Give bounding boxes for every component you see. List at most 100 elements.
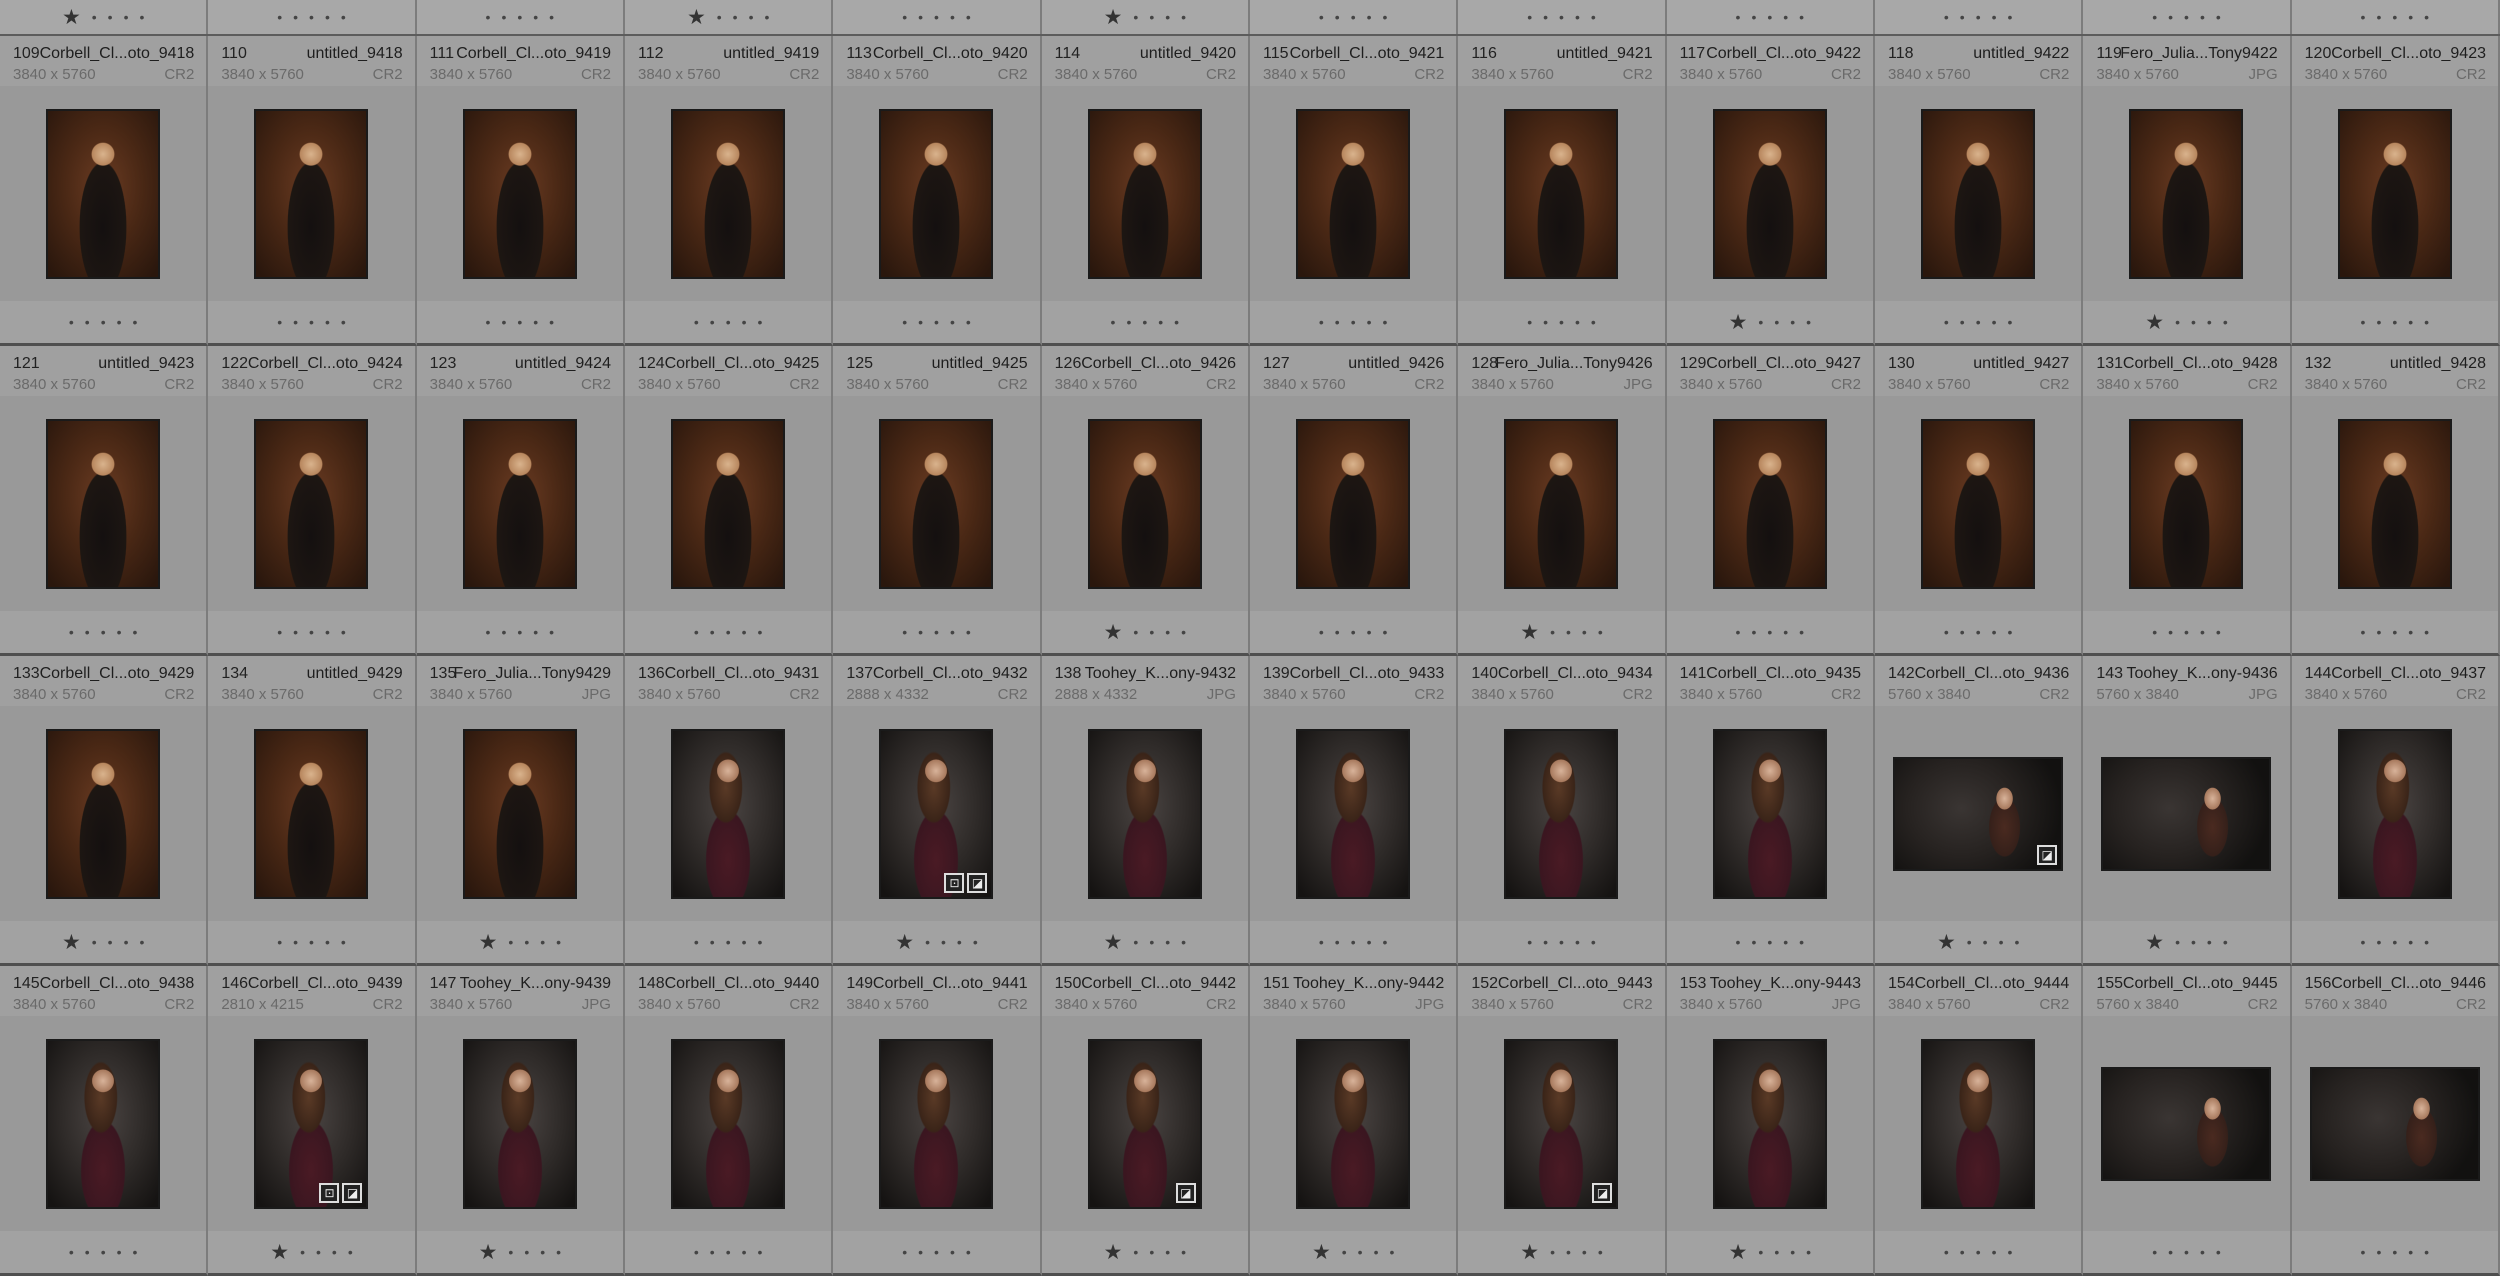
rating-dot-icon[interactable]: • <box>1976 9 1981 25</box>
rating-stars[interactable]: • • • • • <box>277 624 346 640</box>
rating-dot-icon[interactable]: • <box>918 624 923 640</box>
rating-stars[interactable]: • • • • • <box>1736 9 1805 25</box>
rating-dot-icon[interactable]: • <box>1351 9 1356 25</box>
grid-cell[interactable]: 130 untitled_9427 3840 x 5760 CR2 • • • • • <box>1875 346 2084 656</box>
photo-thumbnail[interactable] <box>1504 728 1619 899</box>
rating-dot-icon[interactable]: • <box>1335 9 1340 25</box>
rating-dot-icon[interactable]: • <box>124 9 129 25</box>
rating-dot-icon[interactable]: • <box>1575 314 1580 330</box>
rating-dot-icon[interactable]: • <box>1181 624 1186 640</box>
rating-stars[interactable]: • • • • • <box>694 1244 763 1260</box>
rating-stars[interactable]: • • • • • <box>1944 1244 2013 1260</box>
rating-dot-icon[interactable]: • <box>1983 934 1988 950</box>
rating-dot-icon[interactable]: • <box>2424 314 2429 330</box>
photo-thumbnail[interactable] <box>254 728 369 899</box>
rating-dot-icon[interactable]: • <box>101 314 106 330</box>
rating-stars[interactable]: • • • • • <box>69 1244 138 1260</box>
rating-dot-icon[interactable]: • <box>950 624 955 640</box>
grid-cell[interactable]: 136 Corbell_Cl...oto_9431 3840 x 5760 CR2 • •… <box>625 656 834 966</box>
rating-dot-icon[interactable]: • <box>1758 314 1763 330</box>
rating-dot-icon[interactable]: • <box>694 1244 699 1260</box>
rating-dot-icon[interactable]: • <box>69 624 74 640</box>
rating-dot-icon[interactable]: • <box>1559 314 1564 330</box>
photo-thumbnail[interactable]: ◪ <box>1893 756 2064 871</box>
rating-dot-icon[interactable]: • <box>764 9 769 25</box>
grid-cell[interactable]: 118 untitled_9422 3840 x 5760 CR2 • • • • • <box>1875 36 2084 346</box>
rating-dot-icon[interactable]: • <box>1550 1244 1555 1260</box>
rating-dot-icon[interactable]: • <box>508 1244 513 1260</box>
rating-dot-icon[interactable]: • <box>1758 1244 1763 1260</box>
rating-stars[interactable]: • • • • • <box>694 624 763 640</box>
rating-stars[interactable]: • • • • • <box>1527 934 1596 950</box>
rating-stars[interactable]: • • • • • <box>2361 314 2430 330</box>
rating-stars[interactable]: • • • • • <box>277 314 346 330</box>
rating-dot-icon[interactable]: • <box>710 1244 715 1260</box>
rating-dot-icon[interactable]: • <box>1335 934 1340 950</box>
rating-stars[interactable]: • • • • • <box>694 314 763 330</box>
photo-thumbnail[interactable] <box>462 108 577 279</box>
rating-dot-icon[interactable]: • <box>1181 934 1186 950</box>
rating-stars[interactable]: • • • • • <box>2361 624 2430 640</box>
rating-dot-icon[interactable]: • <box>1944 9 1949 25</box>
rating-dot-icon[interactable]: • <box>293 9 298 25</box>
rating-dot-icon[interactable]: • <box>533 314 538 330</box>
star-icon[interactable]: ★ <box>1520 1240 1539 1265</box>
photo-thumbnail[interactable]: ⊡ ◪ <box>254 1038 369 1209</box>
rating-stars[interactable]: ★ • • • • <box>479 930 561 955</box>
star-icon[interactable]: ★ <box>1729 1240 1748 1265</box>
rating-dot-icon[interactable]: • <box>2361 9 2366 25</box>
rating-stars[interactable]: • • • • • <box>2152 624 2221 640</box>
rating-stars[interactable]: • • • • • <box>486 9 555 25</box>
rating-dot-icon[interactable]: • <box>540 934 545 950</box>
star-icon[interactable]: ★ <box>1520 620 1539 645</box>
rating-dot-icon[interactable]: • <box>1351 934 1356 950</box>
grid-cell[interactable]: 116 untitled_9421 3840 x 5760 CR2 • • • • • <box>1458 36 1667 346</box>
develop-adjustment-badge-icon[interactable]: ◪ <box>967 872 988 893</box>
rating-dot-icon[interactable]: • <box>300 1244 305 1260</box>
rating-dot-icon[interactable]: • <box>2361 934 2366 950</box>
rating-dot-icon[interactable]: • <box>133 1244 138 1260</box>
rating-dot-icon[interactable]: • <box>934 624 939 640</box>
rating-dot-icon[interactable]: • <box>749 9 754 25</box>
rating-dot-icon[interactable]: • <box>742 624 747 640</box>
rating-dot-icon[interactable]: • <box>1158 314 1163 330</box>
rating-dot-icon[interactable]: • <box>2008 9 2013 25</box>
photo-thumbnail[interactable] <box>2309 1066 2480 1181</box>
star-icon[interactable]: ★ <box>1104 620 1123 645</box>
grid-cell[interactable]: 110 untitled_9418 3840 x 5760 CR2 • • • • • <box>208 36 417 346</box>
rating-dot-icon[interactable]: • <box>1799 9 1804 25</box>
grid-cell[interactable]: 120 Corbell_Cl...oto_9423 3840 x 5760 CR2 • •… <box>2291 36 2500 346</box>
rating-dot-icon[interactable]: • <box>1790 314 1795 330</box>
star-icon[interactable]: ★ <box>1104 5 1123 30</box>
grid-cell[interactable]: 138 Toohey_K...ony-9432 2888 x 4332 JPG ★ • • •… <box>1041 656 1250 966</box>
rating-stars[interactable]: • • • • • <box>1527 314 1596 330</box>
grid-cell[interactable]: 142 Corbell_Cl...oto_9436 5760 x 3840 CR2 ◪ ★… <box>1875 656 2084 966</box>
rating-dot-icon[interactable]: • <box>117 1244 122 1260</box>
rating-dot-icon[interactable]: • <box>101 1244 106 1260</box>
rating-dot-icon[interactable]: • <box>341 9 346 25</box>
rating-dot-icon[interactable]: • <box>92 934 97 950</box>
rating-stars[interactable]: • • • • • <box>1319 624 1388 640</box>
grid-cell[interactable]: 152 Corbell_Cl...oto_9443 3840 x 5760 CR2 ◪ ★… <box>1458 966 1667 1276</box>
rating-dot-icon[interactable]: • <box>2424 624 2429 640</box>
rating-dot-icon[interactable]: • <box>2376 9 2381 25</box>
rating-stars[interactable]: ★ • • • • <box>1104 1240 1186 1265</box>
rating-dot-icon[interactable]: • <box>133 624 138 640</box>
grid-cell[interactable]: 144 Corbell_Cl...oto_9437 3840 x 5760 CR2 • •… <box>2291 656 2500 966</box>
rating-dot-icon[interactable]: • <box>1133 624 1138 640</box>
rating-dot-icon[interactable]: • <box>2376 1244 2381 1260</box>
photo-thumbnail[interactable] <box>2101 756 2272 871</box>
rating-dot-icon[interactable]: • <box>293 314 298 330</box>
rating-dot-icon[interactable]: • <box>1335 624 1340 640</box>
rating-dot-icon[interactable]: • <box>1383 934 1388 950</box>
rating-stars[interactable]: ★ • • • • <box>62 5 144 30</box>
star-icon[interactable]: ★ <box>2145 310 2164 335</box>
rating-dot-icon[interactable]: • <box>1992 9 1997 25</box>
star-icon[interactable]: ★ <box>1104 1240 1123 1265</box>
rating-dot-icon[interactable]: • <box>341 934 346 950</box>
rating-stars[interactable]: • • • • • <box>1736 624 1805 640</box>
rating-dot-icon[interactable]: • <box>517 9 522 25</box>
develop-adjustment-badge-icon[interactable]: ◪ <box>2037 844 2058 865</box>
star-icon[interactable]: ★ <box>1729 310 1748 335</box>
rating-dot-icon[interactable]: • <box>2392 9 2397 25</box>
